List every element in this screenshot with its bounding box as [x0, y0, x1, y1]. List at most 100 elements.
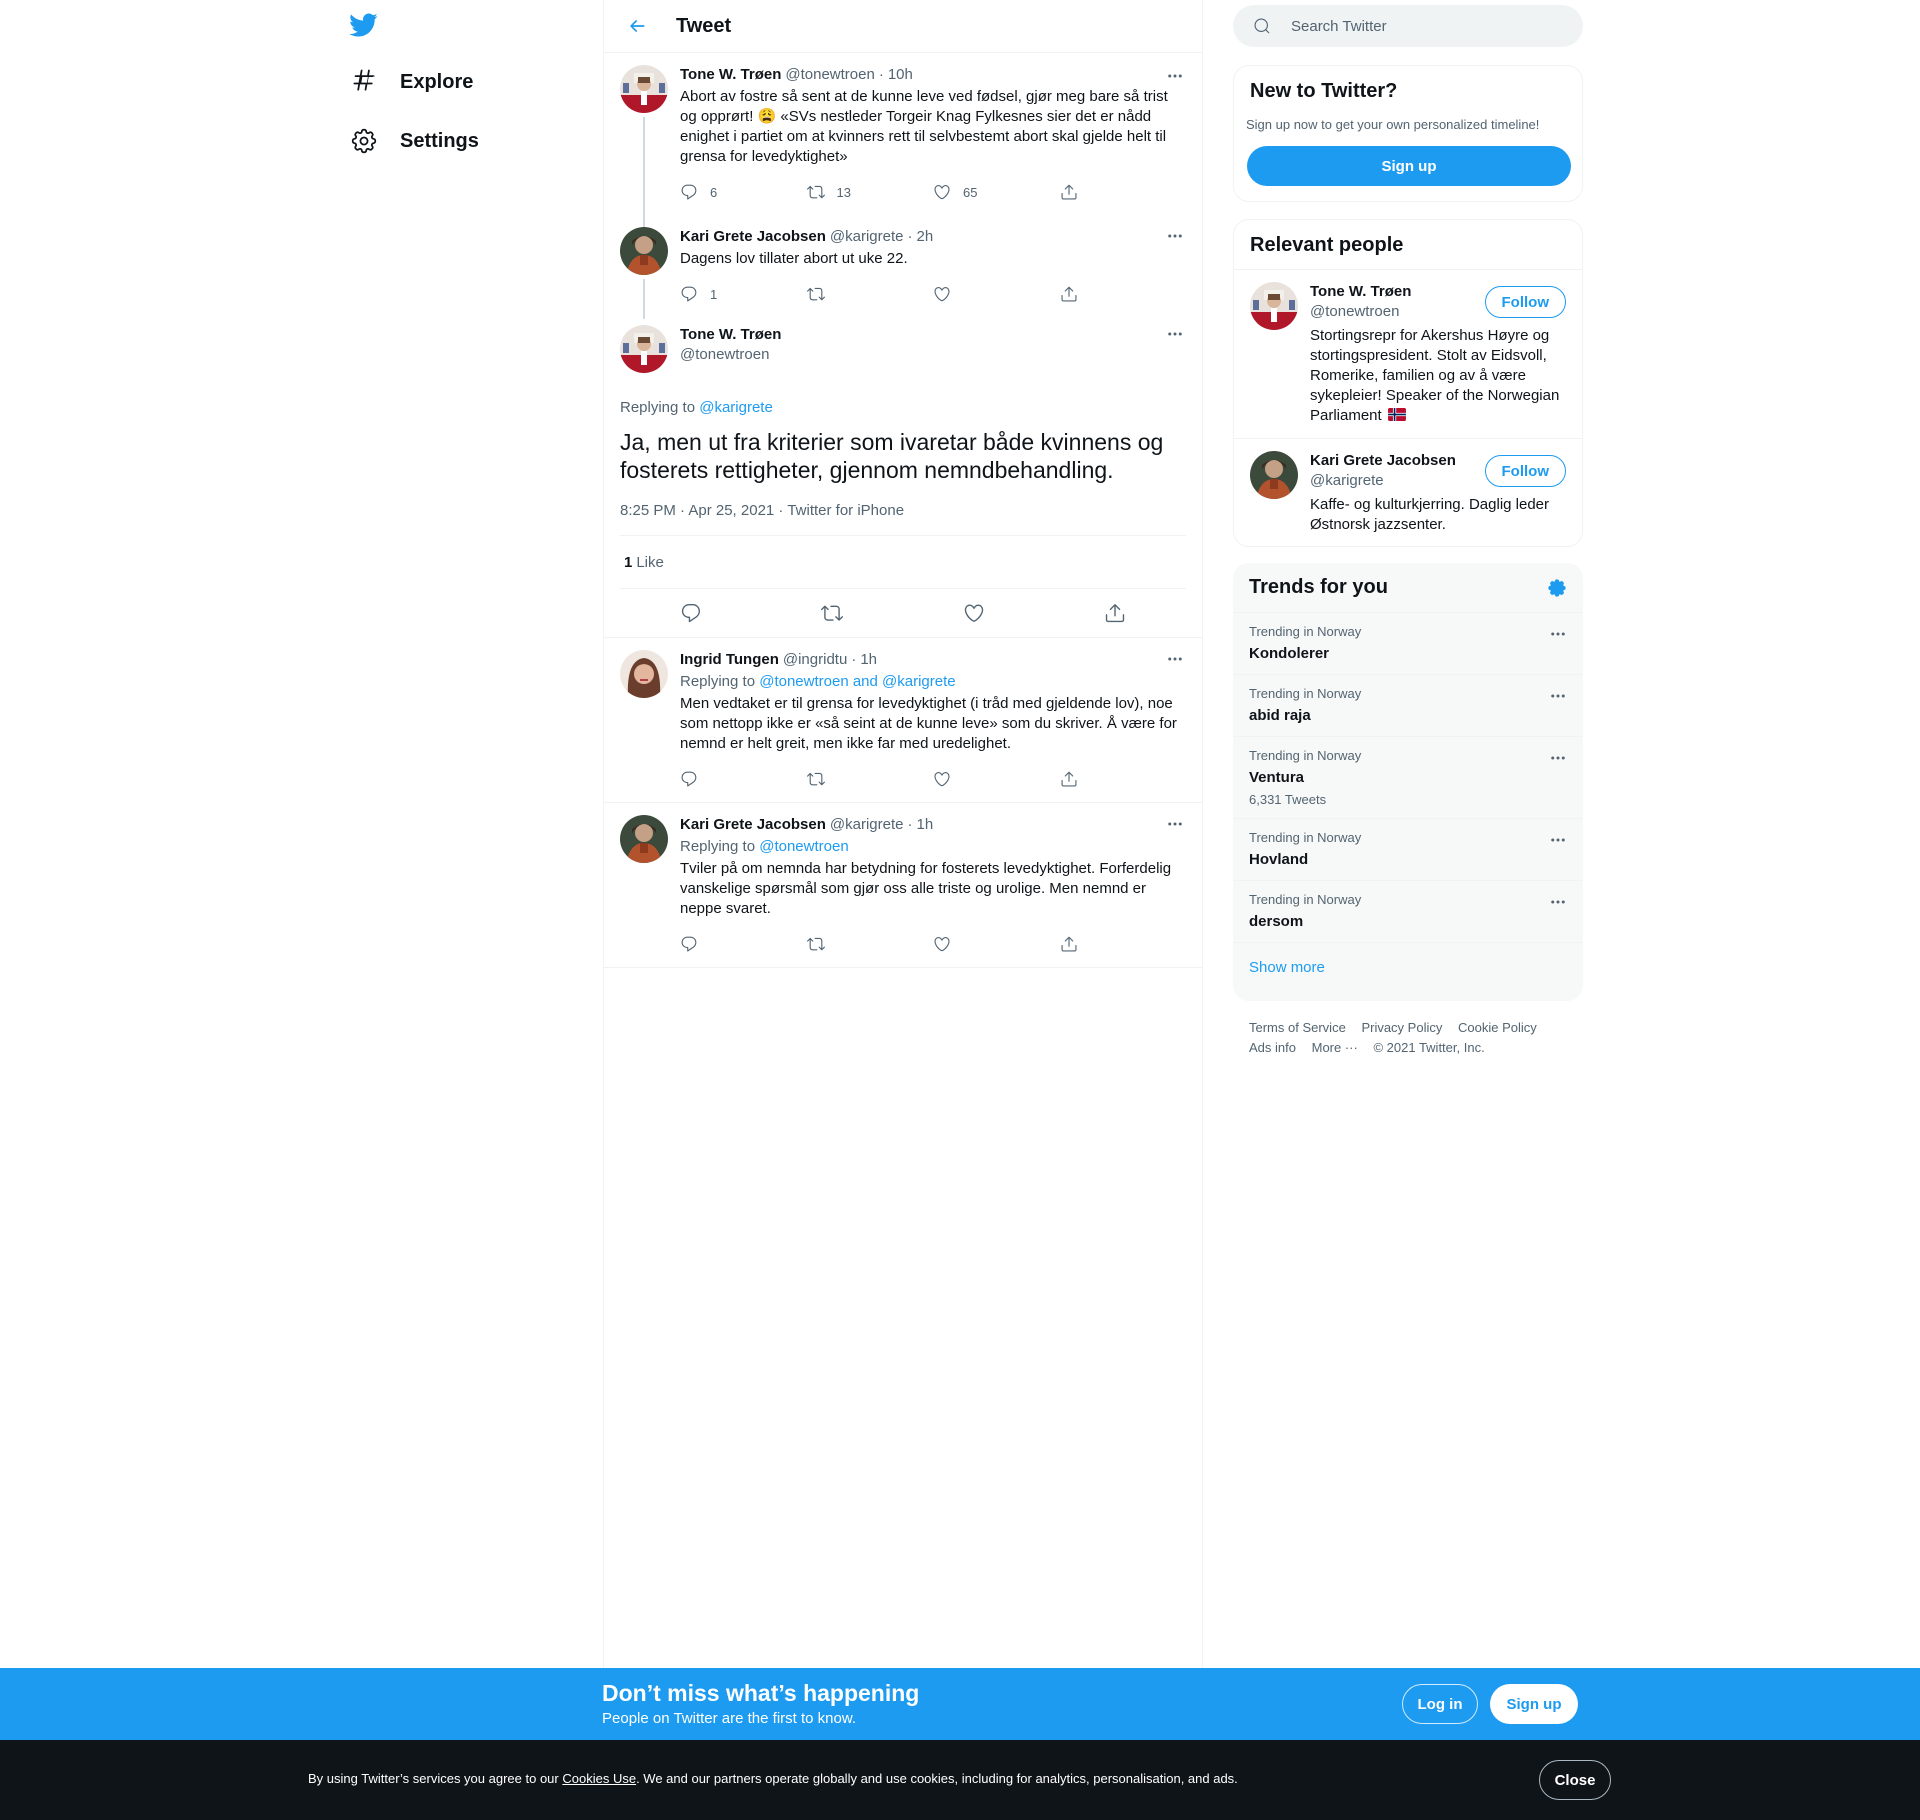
trend-item[interactable]: Trending in Norway Kondolerer [1233, 613, 1583, 675]
author-name[interactable]: Kari Grete Jacobsen [680, 227, 826, 247]
trend-item[interactable]: Trending in Norway Ventura 6,331 Tweets [1233, 737, 1583, 819]
separator-dot: · [907, 228, 913, 245]
reply-button[interactable] [671, 593, 711, 633]
copyright: © 2021 Twitter, Inc. [1373, 1040, 1485, 1055]
reply-button[interactable] [680, 770, 807, 788]
retweet-button[interactable] [806, 770, 934, 788]
avatar[interactable] [620, 650, 668, 698]
trend-item[interactable]: Trending in Norway Hovland [1233, 819, 1583, 881]
thread-tweet[interactable]: Tone W. Trøen @tonewtroen · 10h Abort av… [604, 53, 1202, 229]
avatar[interactable] [620, 325, 668, 373]
search-input[interactable] [1291, 17, 1551, 35]
tweet-timestamp[interactable]: 8:25 PM · Apr 25, 2021 [620, 502, 774, 519]
like-button[interactable] [933, 285, 1060, 303]
heart-icon [964, 604, 983, 622]
reply-button[interactable]: 1 [680, 285, 807, 303]
show-more-link[interactable]: Show more [1233, 943, 1583, 992]
reply-icon [681, 936, 697, 952]
replying-to: Replying to @tonewtroen and @karigrete [680, 672, 1186, 692]
reply-button[interactable]: 6 [680, 183, 807, 201]
more-button[interactable] [1164, 813, 1186, 835]
reply-icon [681, 604, 700, 623]
likes-summary[interactable]: 1 Like [620, 536, 1186, 589]
retweet-button[interactable] [806, 285, 934, 303]
avatar[interactable] [620, 815, 668, 863]
author-name[interactable]: Kari Grete Jacobsen [680, 815, 826, 835]
reply-tweet[interactable]: Ingrid Tungen @ingridtu · 1h Replying to… [604, 638, 1202, 803]
focused-actions [620, 589, 1186, 637]
share-button[interactable] [1060, 183, 1187, 201]
person-item[interactable]: Kari Grete Jacobsen @karigrete Kaffe- og… [1234, 438, 1582, 546]
share-icon [1061, 936, 1076, 952]
replying-to-link[interactable]: @tonewtroen and @karigrete [759, 673, 955, 690]
nav-explore-label: Explore [400, 70, 474, 93]
avatar[interactable] [1250, 451, 1298, 499]
nav-settings-label: Settings [400, 129, 479, 152]
replying-to-link[interactable]: @tonewtroen [759, 838, 848, 855]
tweet-time[interactable]: 10h [888, 65, 913, 85]
share-button[interactable] [1060, 285, 1187, 303]
trend-more-button[interactable] [1549, 687, 1567, 705]
nav-settings[interactable]: Settings [350, 116, 479, 166]
retweet-button[interactable] [806, 935, 934, 953]
more-button[interactable] [1164, 648, 1186, 670]
tweet-time[interactable]: 1h [860, 650, 877, 670]
more-button[interactable] [1164, 323, 1186, 345]
trend-more-button[interactable] [1549, 893, 1567, 911]
cookies-use-link[interactable]: Cookies Use [562, 1771, 636, 1786]
share-button[interactable] [1060, 935, 1187, 953]
cookie-policy-link[interactable]: Cookie Policy [1458, 1020, 1537, 1035]
banner-subtitle: People on Twitter are the first to know. [602, 1710, 857, 1727]
replying-prefix: Replying to [620, 399, 700, 416]
reply-tweet[interactable]: Kari Grete Jacobsen @karigrete · 1h Repl… [604, 803, 1202, 968]
reply-button[interactable] [680, 935, 807, 953]
tweet-source[interactable]: Twitter for iPhone [787, 502, 904, 519]
author-name[interactable]: Tone W. Trøen [680, 326, 781, 343]
more-button[interactable] [1164, 225, 1186, 247]
trend-item[interactable]: Trending in Norway dersom [1233, 881, 1583, 943]
more-button[interactable] [1164, 65, 1186, 87]
person-item[interactable]: Tone W. Trøen @tonewtroen Stortingsrepr … [1234, 270, 1582, 438]
follow-button[interactable]: Follow [1484, 455, 1566, 487]
tweet-time[interactable]: 2h [917, 227, 934, 247]
avatar[interactable] [620, 227, 668, 275]
author-handle: @ingridtu [782, 651, 848, 668]
avatar[interactable] [620, 65, 668, 113]
relevant-people-card: Relevant people Tone W. Trøen @tonewtroe… [1233, 219, 1583, 547]
nav-explore[interactable]: Explore [350, 57, 473, 107]
more-link[interactable]: More ··· [1312, 1040, 1358, 1055]
sidebar-signup-button[interactable]: Sign up [1247, 146, 1571, 186]
privacy-link[interactable]: Privacy Policy [1361, 1020, 1442, 1035]
back-arrow-icon [630, 20, 645, 32]
trend-more-button[interactable] [1549, 625, 1567, 643]
trends-settings-gear-icon[interactable] [1547, 578, 1567, 598]
thread-tweet[interactable]: Kari Grete Jacobsen @karigrete · 2h Dage… [604, 215, 1202, 319]
follow-button[interactable]: Follow [1484, 286, 1566, 318]
back-button[interactable] [620, 9, 654, 43]
terms-link[interactable]: Terms of Service [1249, 1020, 1346, 1035]
tweet-text: Men vedtaket er til grensa for levedykti… [680, 695, 1177, 752]
replying-to-link[interactable]: @karigrete [699, 399, 773, 416]
trend-item[interactable]: Trending in Norway abid raja [1233, 675, 1583, 737]
tweet-time[interactable]: 1h [917, 815, 934, 835]
share-button[interactable] [1060, 770, 1187, 788]
search-box[interactable] [1233, 5, 1583, 47]
cookie-close-button[interactable]: Close [1539, 1760, 1611, 1800]
share-button[interactable] [1095, 593, 1135, 633]
trend-more-button[interactable] [1549, 831, 1567, 849]
author-name[interactable]: Ingrid Tungen [680, 650, 779, 670]
like-button[interactable] [954, 593, 994, 633]
retweet-button[interactable] [812, 593, 852, 633]
cookie-suffix: . We and our partners operate globally a… [636, 1771, 1238, 1786]
like-button[interactable] [933, 770, 1060, 788]
retweet-button[interactable]: 13 [806, 183, 934, 201]
like-button[interactable] [933, 935, 1060, 953]
author-name[interactable]: Tone W. Trøen [680, 65, 781, 85]
twitter-logo-icon[interactable] [348, 10, 384, 42]
signup-button[interactable]: Sign up [1490, 1684, 1578, 1724]
like-button[interactable]: 65 [933, 183, 1060, 201]
avatar[interactable] [1250, 282, 1298, 330]
login-button[interactable]: Log in [1402, 1684, 1478, 1724]
trend-more-button[interactable] [1549, 749, 1567, 767]
ads-info-link[interactable]: Ads info [1249, 1040, 1296, 1055]
